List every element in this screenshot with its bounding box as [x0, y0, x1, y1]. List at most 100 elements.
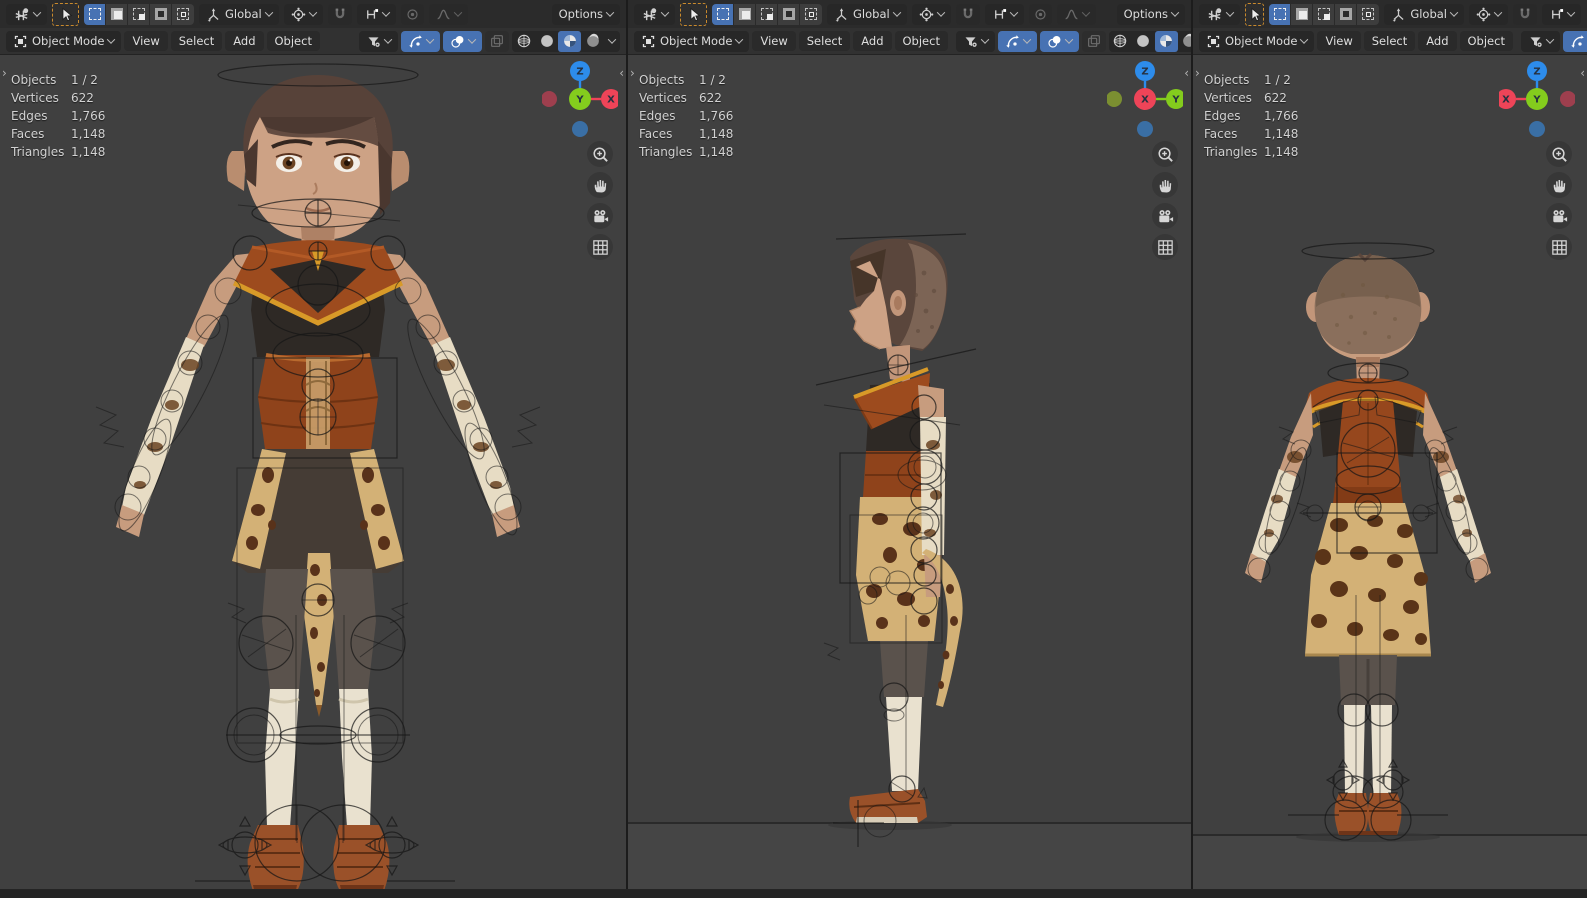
viewport-back[interactable]: Global Object Mode View Select Add Objec… [1191, 0, 1587, 898]
gizmos-toggle[interactable] [401, 30, 440, 52]
snap-target-dropdown[interactable] [356, 3, 396, 25]
shading-solid-button[interactable] [1132, 31, 1155, 52]
menu-object[interactable]: Object [266, 31, 320, 51]
navigation-gizmo[interactable]: Z Y X [1499, 59, 1575, 137]
viewport-side[interactable]: Global Options Object Mode View Select A… [626, 0, 1191, 898]
falloff-dropdown[interactable] [1056, 3, 1096, 25]
snap-magnet-toggle[interactable] [327, 3, 352, 25]
shading-solid-button[interactable] [535, 31, 558, 52]
shading-rendered-button[interactable] [581, 31, 604, 52]
shading-wireframe-button[interactable] [1109, 31, 1132, 52]
gizmo-neg-x[interactable] [542, 91, 557, 107]
zoom-button[interactable] [587, 141, 613, 167]
falloff-dropdown[interactable] [428, 3, 468, 25]
select-mode-intersect-button[interactable] [172, 3, 194, 25]
gizmos-toggle[interactable] [997, 30, 1037, 52]
menu-view[interactable]: View [1317, 31, 1361, 51]
select-mode-subtract-button[interactable] [128, 3, 150, 25]
gizmo-neg-z[interactable] [1529, 121, 1545, 137]
select-mode-invert-button[interactable] [778, 3, 800, 25]
gizmo-z-axis[interactable]: Z [1533, 67, 1540, 78]
toolbar-toggle-arrow[interactable]: › [630, 67, 635, 79]
select-mode-invert-button[interactable] [150, 3, 172, 25]
select-mode-extend-button[interactable] [106, 3, 128, 25]
menu-add[interactable]: Add [853, 31, 892, 51]
camera-view-button[interactable] [1152, 203, 1178, 229]
viewport-canvas-front[interactable]: Objects 1 / 2 Vertices 622 Edges 1,766 Face… [0, 55, 626, 898]
pan-button[interactable] [1546, 172, 1572, 198]
editor-type-dropdown[interactable] [634, 3, 675, 25]
shading-rendered-button[interactable] [1178, 31, 1191, 52]
xray-toggle[interactable] [485, 30, 509, 52]
pivot-point-dropdown[interactable] [283, 3, 323, 25]
gizmo-y-axis[interactable]: Y [1532, 95, 1541, 106]
visibility-filter-dropdown[interactable] [359, 30, 398, 52]
ortho-toggle-button[interactable] [1152, 234, 1178, 260]
viewport-canvas-back[interactable]: Objects 1 / 2 Vertices 622 Edges 1,766 Face… [1193, 55, 1587, 898]
shading-material-button[interactable] [1154, 30, 1178, 52]
navigation-gizmo[interactable]: Z Y X [542, 59, 618, 137]
zoom-button[interactable] [1152, 141, 1178, 167]
snap-target-dropdown[interactable] [1542, 3, 1581, 25]
snap-magnet-toggle[interactable] [955, 3, 980, 25]
overlays-toggle[interactable] [443, 30, 482, 52]
proportional-editing-toggle[interactable] [400, 3, 424, 25]
ortho-toggle-button[interactable] [587, 234, 613, 260]
navigation-gizmo[interactable]: Z X Y [1107, 59, 1183, 137]
gizmo-neg-y[interactable] [1107, 91, 1122, 107]
pivot-point-dropdown[interactable] [911, 3, 951, 25]
viewport-front[interactable]: Global Options Object Mode View Select A… [0, 0, 626, 898]
gizmo-x-axis[interactable]: X [1502, 95, 1510, 106]
select-mode-intersect-button[interactable] [1357, 3, 1380, 25]
menu-select[interactable]: Select [798, 31, 851, 51]
viewport-canvas-side[interactable]: Objects 1 / 2 Vertices 622 Edges 1,766 Face… [628, 55, 1191, 898]
gizmo-neg-x[interactable] [1560, 91, 1575, 107]
visibility-filter-dropdown[interactable] [1520, 30, 1560, 52]
gizmo-z-axis[interactable]: Z [1141, 67, 1148, 78]
menu-add[interactable]: Add [225, 31, 264, 51]
camera-view-button[interactable] [1546, 203, 1572, 229]
shading-material-button[interactable] [558, 30, 581, 52]
proportional-editing-toggle[interactable] [1028, 3, 1052, 25]
pan-button[interactable] [1152, 172, 1178, 198]
toolbar-toggle-arrow[interactable]: › [2, 67, 7, 79]
mode-dropdown[interactable]: Object Mode [634, 30, 750, 52]
gizmo-z-axis[interactable]: Z [576, 67, 583, 78]
mode-dropdown[interactable]: Object Mode [6, 30, 122, 52]
menu-select[interactable]: Select [1363, 31, 1416, 51]
gizmo-neg-z[interactable] [572, 121, 588, 137]
visibility-filter-dropdown[interactable] [955, 30, 995, 52]
active-tool-select-box[interactable] [52, 2, 79, 26]
active-tool-select-box[interactable] [1245, 2, 1265, 26]
pivot-point-dropdown[interactable] [1469, 3, 1508, 25]
menu-object[interactable]: Object [894, 31, 948, 51]
menu-view[interactable]: View [124, 31, 168, 51]
select-mode-intersect-button[interactable] [800, 3, 822, 25]
gizmo-x-axis[interactable]: X [1141, 95, 1149, 106]
select-mode-subtract-button[interactable] [756, 3, 778, 25]
select-mode-extend-button[interactable] [734, 3, 756, 25]
options-dropdown[interactable]: Options [1116, 3, 1185, 25]
select-mode-extend-button[interactable] [1291, 3, 1314, 25]
mode-dropdown[interactable]: Object Mode [1199, 30, 1315, 52]
editor-type-dropdown[interactable] [6, 3, 47, 25]
snap-magnet-toggle[interactable] [1513, 3, 1537, 25]
overlays-toggle[interactable] [1039, 30, 1079, 52]
editor-type-dropdown[interactable] [1199, 3, 1240, 25]
gizmo-y-axis[interactable]: Y [575, 95, 584, 106]
transform-orientation-dropdown[interactable]: Global [199, 3, 279, 25]
menu-view[interactable]: View [752, 31, 796, 51]
select-mode-set-button[interactable] [712, 3, 734, 25]
gizmo-x-axis[interactable]: X [607, 95, 615, 106]
pan-button[interactable] [587, 172, 613, 198]
menu-select[interactable]: Select [170, 31, 223, 51]
options-dropdown[interactable]: Options [551, 3, 620, 25]
menu-object[interactable]: Object [1459, 31, 1513, 51]
gizmo-y-axis[interactable]: Y [1171, 95, 1180, 106]
select-mode-set-button[interactable] [84, 3, 106, 25]
sidebar-toggle-arrow[interactable]: ‹ [1184, 67, 1189, 79]
menu-add[interactable]: Add [1418, 31, 1457, 51]
shading-wireframe-button[interactable] [512, 31, 535, 52]
snap-target-dropdown[interactable] [984, 3, 1024, 25]
sidebar-toggle-arrow[interactable]: ‹ [1580, 67, 1585, 79]
